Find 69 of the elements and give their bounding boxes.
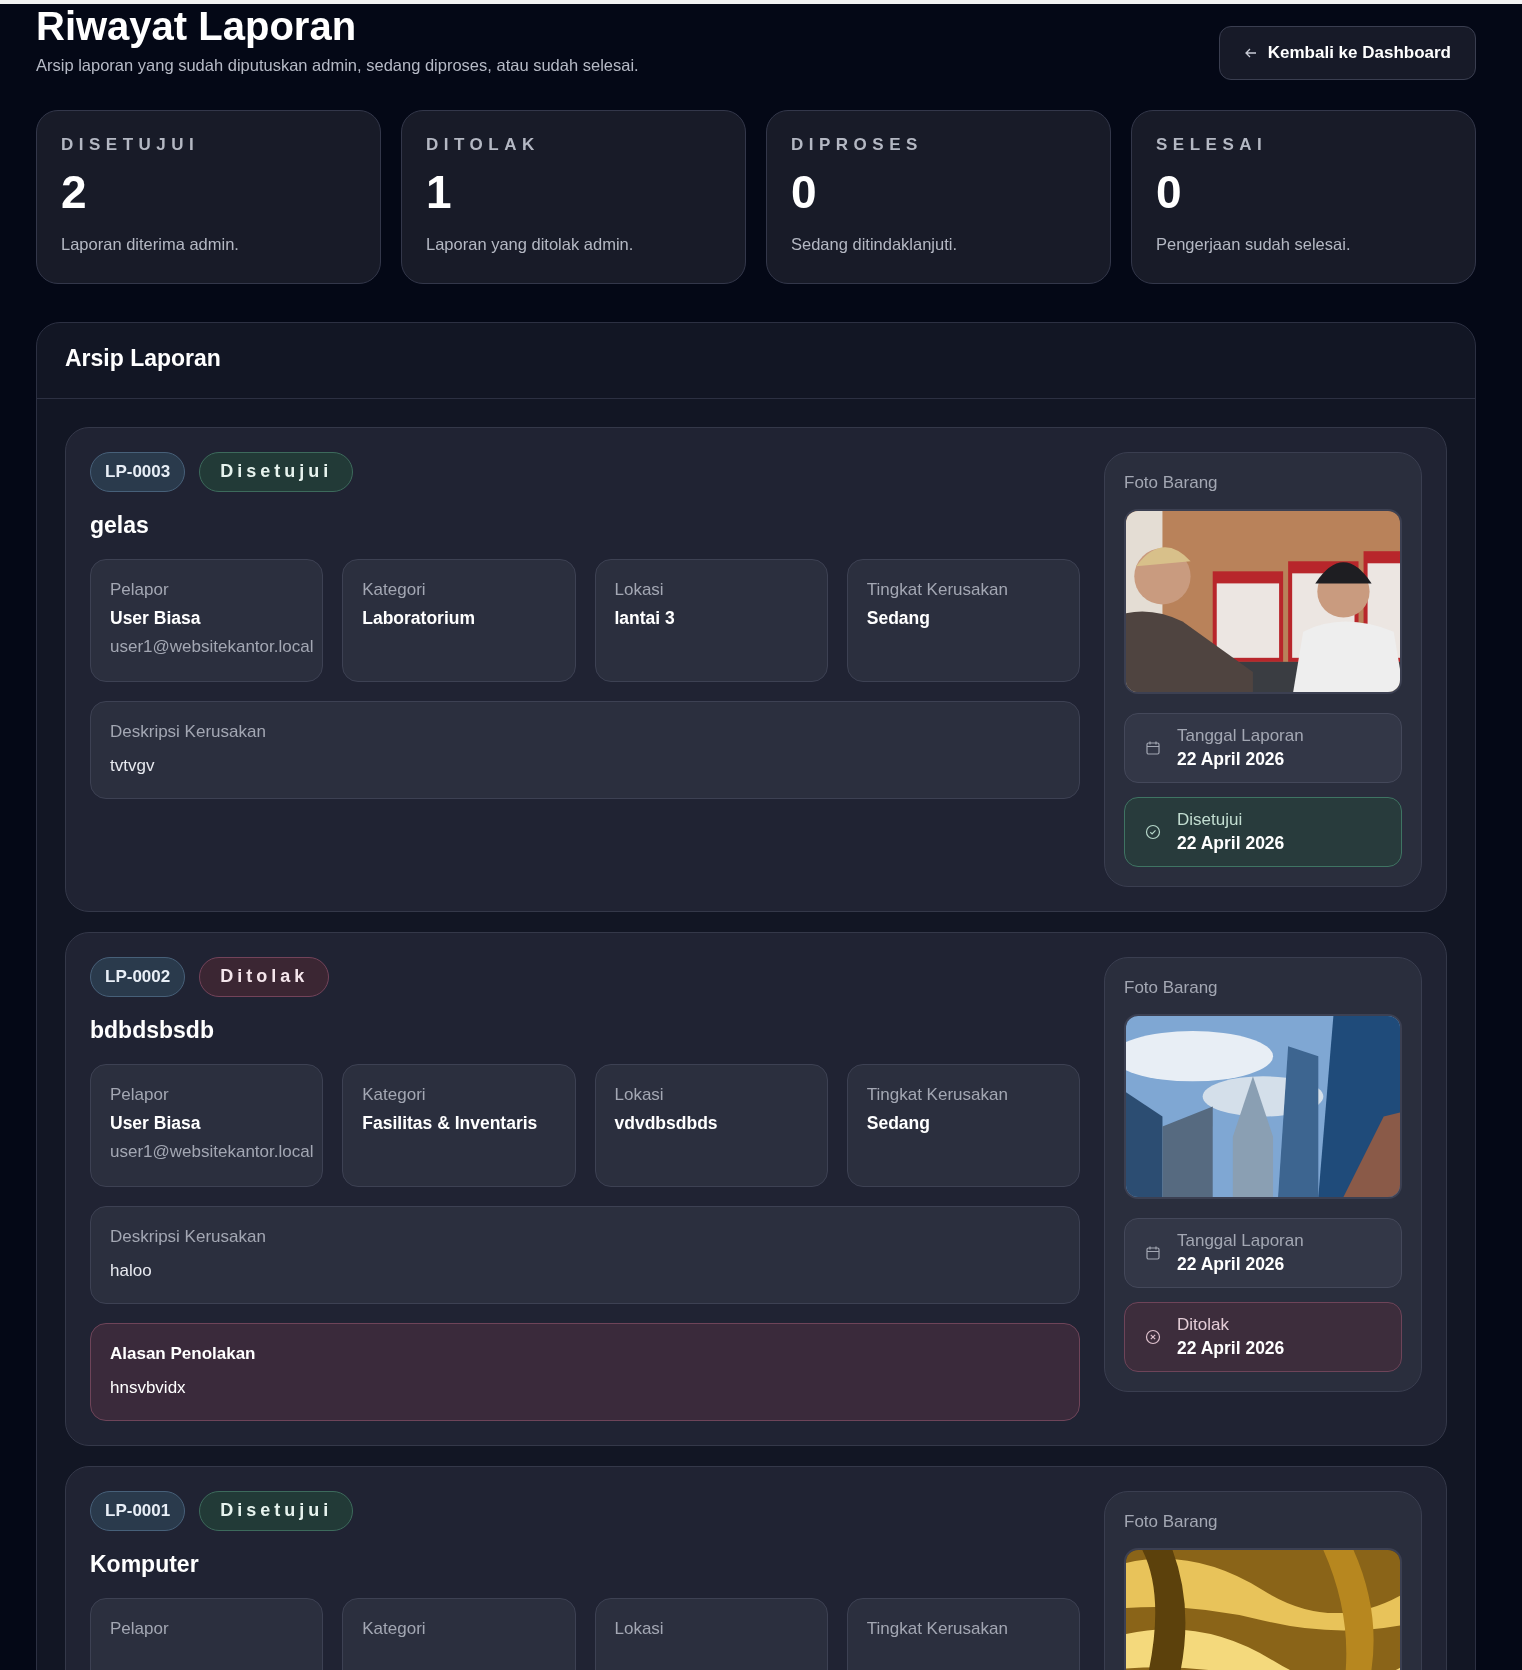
date-value: 22 April 2026	[1177, 1338, 1285, 1359]
info-label: Lokasi	[614, 1619, 665, 1639]
date-label: Tanggal Laporan	[1177, 1231, 1304, 1251]
date-value: 22 April 2026	[1177, 1254, 1286, 1275]
info-value: vdvdbsdbds	[614, 1113, 719, 1134]
description-label: Deskripsi Kerusakan	[110, 722, 267, 742]
stat-description: Laporan diterima admin.	[61, 235, 240, 254]
stat-label: DISETUJUI	[61, 135, 201, 155]
rejection-label: Alasan Penolakan	[110, 1344, 257, 1364]
x-circle-icon	[1145, 1329, 1161, 1345]
stat-description: Pengerjaan sudah selesai.	[1156, 235, 1352, 254]
info-label: Tingkat Kerusakan	[866, 1619, 1009, 1639]
info-value: User Biasa	[110, 608, 202, 629]
panel-title: Arsip Laporan	[37, 323, 1475, 399]
stat-label: DITOLAK	[426, 135, 541, 155]
info-label: Kategori	[362, 1085, 427, 1105]
report-code-badge: LP-0001	[90, 1491, 186, 1531]
check-circle-icon	[1145, 824, 1161, 840]
info-label: Kategori	[362, 580, 427, 600]
info-label: Pelapor	[110, 1085, 170, 1105]
date-label: Tanggal Laporan	[1177, 726, 1304, 746]
info-value: lantai 3	[614, 608, 676, 629]
info-label: Pelapor	[110, 1619, 170, 1639]
info-value: Sedang	[866, 1113, 931, 1134]
status-badge: Disetujui	[199, 452, 354, 492]
rejection-text: hnsvbvidx	[110, 1378, 187, 1398]
stat-label: DIPROSES	[791, 135, 924, 155]
report-code-badge: LP-0003	[90, 452, 186, 492]
date-value: 22 April 2026	[1177, 749, 1286, 770]
photo-label: Foto Barang	[1124, 978, 1219, 998]
stat-description: Laporan yang ditolak admin.	[426, 235, 635, 254]
page-subtitle: Arsip laporan yang sudah diputuskan admin, sedang diproses, atau sudah selesai.	[36, 56, 639, 75]
info-email: user1@websitekantor.local	[110, 637, 315, 657]
stat-value: 0	[1156, 169, 1183, 215]
info-value: User Biasa	[110, 1113, 202, 1134]
calendar-icon	[1145, 740, 1161, 756]
page-title: Riwayat Laporan	[36, 4, 358, 48]
report-title: bdbdsbsdb	[90, 1017, 215, 1044]
description-label: Deskripsi Kerusakan	[110, 1227, 267, 1247]
stat-description: Sedang ditindaklanjuti.	[791, 235, 959, 254]
info-label: Pelapor	[110, 580, 170, 600]
back-button[interactable]: Kembali ke Dashboard	[1218, 26, 1476, 80]
info-label: Tingkat Kerusakan	[866, 580, 1009, 600]
info-value: Laboratorium	[362, 608, 477, 629]
date-value: 22 April 2026	[1177, 833, 1285, 854]
description-text: haloo	[110, 1261, 153, 1281]
stat-label: SELESAI	[1156, 135, 1269, 155]
status-badge: Ditolak	[199, 957, 330, 997]
info-value: Fasilitas & Inventaris	[362, 1113, 539, 1134]
report-code-badge: LP-0002	[90, 957, 186, 997]
date-label: Disetujui	[1177, 810, 1244, 830]
back-arrow-icon	[1243, 46, 1258, 60]
info-label: Tingkat Kerusakan	[866, 1085, 1009, 1105]
photo-label: Foto Barang	[1124, 1512, 1219, 1532]
info-label: Kategori	[362, 1619, 427, 1639]
info-label: Lokasi	[614, 580, 665, 600]
calendar-icon	[1145, 1245, 1161, 1261]
info-email: user1@websitekantor.local	[110, 1142, 315, 1162]
date-label: Ditolak	[1177, 1315, 1230, 1335]
info-label: Lokasi	[614, 1085, 665, 1105]
status-badge: Disetujui	[199, 1491, 354, 1531]
stat-value: 2	[61, 169, 88, 215]
stat-value: 0	[791, 169, 818, 215]
report-title: gelas	[90, 512, 150, 539]
photo-label: Foto Barang	[1124, 473, 1219, 493]
stat-value: 1	[426, 169, 453, 215]
description-text: tvtvgv	[110, 756, 156, 776]
info-value: Sedang	[866, 608, 931, 629]
report-title: Komputer	[90, 1551, 200, 1578]
